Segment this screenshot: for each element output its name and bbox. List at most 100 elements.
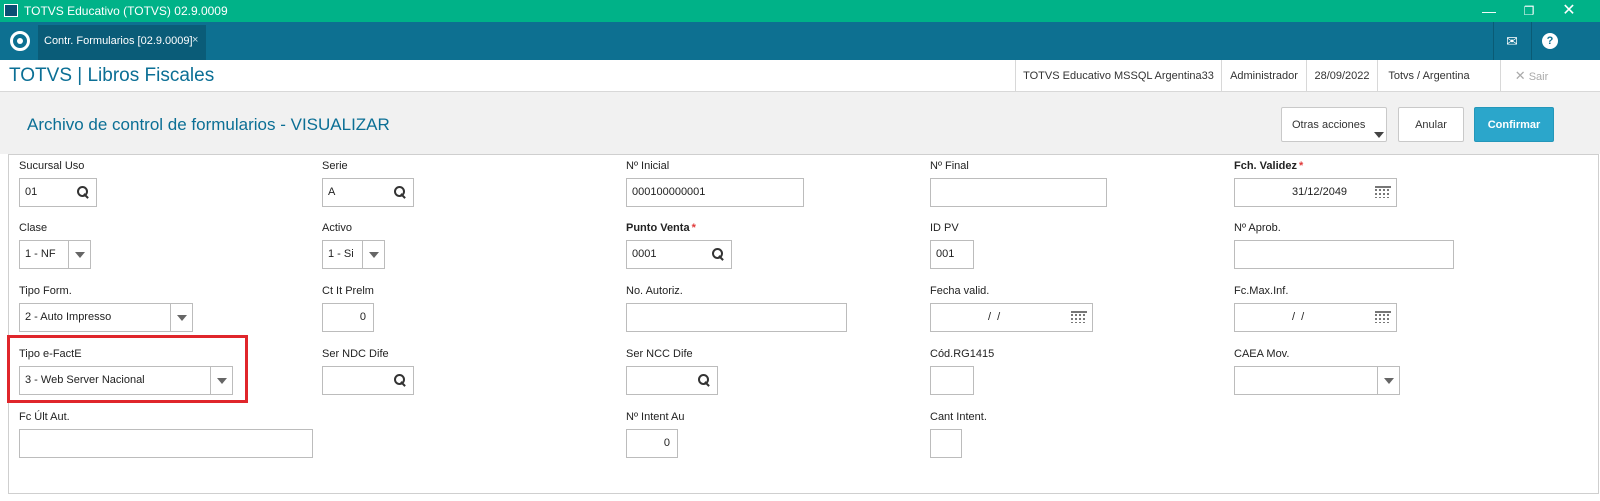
- serie-input[interactable]: A: [322, 178, 414, 207]
- info-bar: TOTVS | Libros Fiscales TOTVS Educativo …: [0, 60, 1600, 92]
- cant-intent-input[interactable]: [930, 429, 962, 458]
- id-pv-value: 001: [936, 248, 955, 260]
- clase-select[interactable]: 1 - NF: [19, 240, 91, 269]
- tab-contr-formularios[interactable]: Contr. Formularios [02.9.0009] ×: [38, 25, 206, 60]
- app-icon: [4, 4, 18, 17]
- tab-close-icon[interactable]: ×: [192, 34, 198, 46]
- tipo-form-label: Tipo Form.: [19, 285, 72, 297]
- minimize-button[interactable]: —: [1474, 2, 1504, 20]
- user-info: Administrador: [1221, 60, 1306, 92]
- fc-ult-aut-label: Fc Últ Aut.: [19, 411, 70, 423]
- no-autoriz-label: No. Autoriz.: [626, 285, 683, 297]
- fc-max-inf-value: / /: [1292, 311, 1305, 323]
- required-star: *: [1298, 160, 1304, 172]
- cod-rg1415-label: Cód.RG1415: [930, 348, 995, 360]
- chevron-down-icon[interactable]: [68, 241, 90, 268]
- calendar-icon[interactable]: [1071, 311, 1087, 323]
- punto-venta-value: 0001: [632, 248, 657, 260]
- search-icon[interactable]: [394, 374, 406, 386]
- close-window-button[interactable]: ✕: [1554, 2, 1584, 20]
- highlight-annotation: [7, 335, 248, 403]
- module-title: TOTVS | Libros Fiscales: [9, 65, 215, 86]
- calendar-icon[interactable]: [1375, 311, 1391, 323]
- sucursal-uso-input[interactable]: 01: [19, 178, 97, 207]
- n-intent-au-label: Nº Intent Au: [626, 411, 685, 423]
- fecha-valid-value: / /: [988, 311, 1001, 323]
- fch-validez-input[interactable]: 31/12/2049: [1234, 178, 1397, 207]
- n-intent-au-input[interactable]: 0: [626, 429, 678, 458]
- n-inicial-label: Nº Inicial: [626, 160, 670, 172]
- fc-ult-aut-input[interactable]: [19, 429, 313, 458]
- chevron-down-icon[interactable]: [1377, 367, 1399, 394]
- fc-max-inf-input[interactable]: / /: [1234, 303, 1397, 332]
- help-icon[interactable]: ?: [1531, 22, 1568, 60]
- ct-it-prelm-value: 0: [359, 311, 366, 323]
- cod-rg1415-input[interactable]: [930, 366, 974, 395]
- caea-mov-select[interactable]: [1234, 366, 1400, 395]
- totvs-logo-icon[interactable]: [10, 31, 30, 51]
- n-aprob-input[interactable]: [1234, 240, 1454, 269]
- date-info: 28/09/2022: [1306, 60, 1377, 92]
- ser-ndc-dife-label: Ser NDC Dife: [322, 348, 389, 360]
- search-icon[interactable]: [712, 248, 724, 260]
- environment-info: TOTVS Educativo MSSQL Argentina33: [1015, 60, 1221, 92]
- mail-icon[interactable]: ✉: [1493, 22, 1530, 60]
- cant-intent-label: Cant Intent.: [930, 411, 987, 423]
- sucursal-uso-value: 01: [25, 186, 38, 198]
- calendar-icon[interactable]: [1375, 186, 1391, 198]
- search-icon[interactable]: [394, 186, 406, 198]
- punto-venta-label-text: Punto Venta: [626, 222, 690, 234]
- close-x-icon: ✕: [1514, 68, 1526, 83]
- tab-bar: Contr. Formularios [02.9.0009] × ✉ ?: [0, 22, 1600, 60]
- confirm-label: Confirmar: [1487, 119, 1541, 131]
- n-inicial-value: 000100000001: [632, 186, 706, 198]
- clase-value: 1 - NF: [25, 248, 56, 260]
- n-aprob-label: Nº Aprob.: [1234, 222, 1281, 234]
- tipo-form-select[interactable]: 2 - Auto Impresso: [19, 303, 193, 332]
- window-titlebar: TOTVS Educativo (TOTVS) 02.9.0009 — ❐ ✕: [0, 0, 1600, 22]
- activo-value: 1 - Si: [328, 248, 354, 260]
- cancel-label: Anular: [1415, 119, 1447, 131]
- chevron-down-icon: [1374, 132, 1384, 138]
- tab-label: Contr. Formularios [02.9.0009]: [44, 35, 193, 47]
- ser-ndc-dife-input[interactable]: [322, 366, 414, 395]
- fecha-valid-input[interactable]: / /: [930, 303, 1093, 332]
- ct-it-prelm-input[interactable]: 0: [322, 303, 374, 332]
- cancel-button[interactable]: Anular: [1398, 107, 1464, 142]
- search-icon[interactable]: [77, 186, 89, 198]
- sucursal-uso-label: Sucursal Uso: [19, 160, 85, 172]
- punto-venta-label: Punto Venta *: [626, 222, 696, 234]
- activo-select[interactable]: 1 - Si: [322, 240, 385, 269]
- form-panel: Sucursal Uso 01 Serie A Nº Inicial 00010…: [8, 154, 1599, 494]
- activo-label: Activo: [322, 222, 352, 234]
- serie-label: Serie: [322, 160, 348, 172]
- page-header: Archivo de control de formularios - VISU…: [0, 92, 1600, 154]
- search-icon[interactable]: [698, 374, 710, 386]
- ct-it-prelm-label: Ct It Prelm: [322, 285, 374, 297]
- other-actions-button[interactable]: Otras acciones: [1281, 107, 1387, 142]
- no-autoriz-input[interactable]: [626, 303, 847, 332]
- exit-label: Sair: [1528, 71, 1549, 83]
- punto-venta-input[interactable]: 0001: [626, 240, 732, 269]
- chevron-down-icon[interactable]: [362, 241, 384, 268]
- restore-button[interactable]: ❐: [1514, 2, 1544, 20]
- n-final-input[interactable]: [930, 178, 1107, 207]
- tipo-form-value: 2 - Auto Impresso: [25, 311, 112, 323]
- n-intent-au-value: 0: [663, 437, 670, 449]
- exit-button[interactable]: ✕ Sair: [1500, 60, 1562, 92]
- ser-ncc-dife-label: Ser NCC Dife: [626, 348, 693, 360]
- window-title: TOTVS Educativo (TOTVS) 02.9.0009: [24, 4, 228, 18]
- required-star: *: [691, 222, 696, 234]
- ser-ncc-dife-input[interactable]: [626, 366, 718, 395]
- chevron-down-icon[interactable]: [170, 304, 192, 331]
- other-actions-label: Otras acciones: [1292, 119, 1366, 131]
- n-inicial-input[interactable]: 000100000001: [626, 178, 804, 207]
- id-pv-label: ID PV: [930, 222, 959, 234]
- confirm-button[interactable]: Confirmar: [1474, 107, 1554, 142]
- n-final-label: Nº Final: [930, 160, 969, 172]
- clase-label: Clase: [19, 222, 48, 234]
- company-info: Totvs / Argentina: [1377, 60, 1480, 92]
- fc-max-inf-label: Fc.Max.Inf.: [1234, 285, 1289, 297]
- id-pv-input[interactable]: 001: [930, 240, 974, 269]
- fch-validez-label-text: Fch. Validez: [1234, 160, 1297, 172]
